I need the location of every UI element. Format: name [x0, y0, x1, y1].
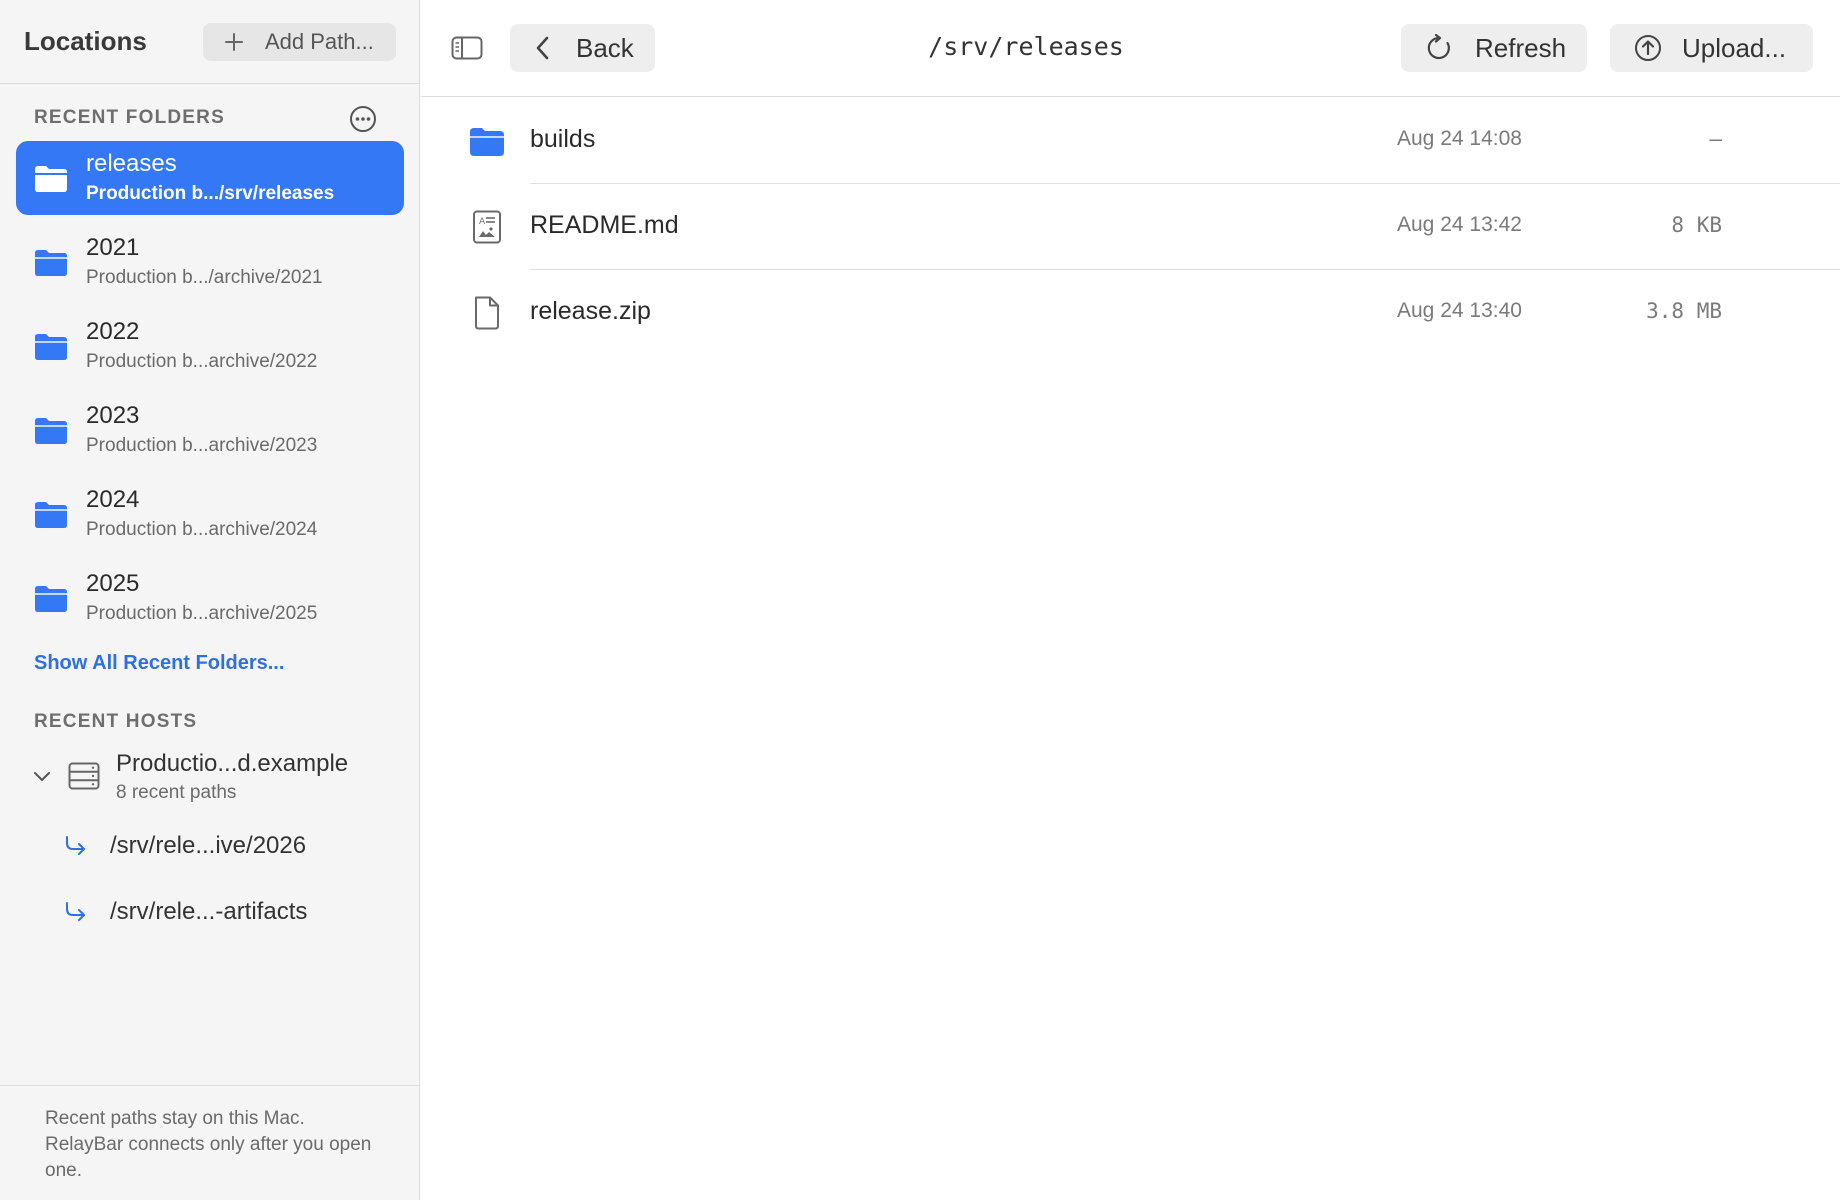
folder-name: releases — [86, 150, 177, 177]
folder-path: Production b.../srv/releases — [86, 183, 335, 204]
file-row-builds[interactable]: builds Aug 24 14:08 – — [421, 98, 1840, 184]
folder-icon — [35, 586, 67, 612]
folder-icon — [470, 128, 504, 156]
upload-label: Upload... — [1682, 32, 1787, 63]
refresh-label: Refresh — [1475, 32, 1567, 63]
add-path-button[interactable]: Add Path... — [203, 23, 396, 61]
footer-note: Recent paths stay on this Mac. RelayBar … — [45, 1108, 372, 1181]
sidebar-footer: Recent paths stay on this Mac. RelayBar … — [0, 1085, 420, 1200]
host-path-item[interactable]: /srv/rele...ive/2026 — [56, 822, 404, 872]
file-date: Aug 24 13:42 — [1397, 213, 1522, 236]
host-path-text: /srv/rele...-artifacts — [110, 898, 308, 925]
plus-icon — [225, 33, 243, 51]
text-document-icon: A — [473, 210, 501, 244]
folder-icon — [35, 250, 67, 276]
file-size: – — [1709, 127, 1722, 151]
file-browser: Back /srv/releases Refresh Upload... bui… — [421, 0, 1840, 1200]
folder-name: 2024 — [86, 486, 140, 513]
recent-folder-2022[interactable]: 2022 Production b...archive/2022 — [16, 309, 404, 383]
folder-name: 2023 — [86, 402, 140, 429]
show-all-recent-folders-link[interactable]: Show All Recent Folders... — [34, 652, 284, 675]
upload-icon — [1635, 35, 1661, 61]
file-size: 3.8 MB — [1646, 299, 1722, 323]
refresh-icon — [1427, 34, 1450, 60]
file-row-release-zip[interactable]: release.zip Aug 24 13:40 3.8 MB — [421, 270, 1840, 356]
return-arrow-icon — [66, 902, 85, 921]
file-name: builds — [530, 125, 596, 153]
folder-name: 2025 — [86, 570, 140, 597]
folder-icon — [35, 334, 67, 360]
recent-hosts-heading: RECENT HOSTS — [34, 711, 198, 732]
recent-folder-2024[interactable]: 2024 Production b...archive/2024 — [16, 477, 404, 551]
host-path-text: /srv/rele...ive/2026 — [110, 832, 307, 859]
file-row-readme[interactable]: A README.md Aug 24 13:42 8 KB — [421, 184, 1840, 270]
sidebar-title: Locations — [24, 26, 147, 56]
recent-host-row[interactable]: Productio...d.example 8 recent paths — [24, 744, 404, 810]
folder-icon — [35, 166, 67, 192]
host-path-item[interactable]: /srv/rele...-artifacts — [56, 888, 404, 938]
file-name: README.md — [530, 211, 679, 239]
chevron-down-icon[interactable] — [32, 766, 52, 786]
add-path-label: Add Path... — [265, 29, 374, 54]
recent-folder-2025[interactable]: 2025 Production b...archive/2025 — [16, 561, 404, 635]
sidebar-header: Locations Add Path... — [0, 0, 420, 84]
folder-path: Production b...archive/2024 — [86, 519, 318, 540]
file-date: Aug 24 13:40 — [1397, 299, 1522, 322]
recent-folders-heading: RECENT FOLDERS — [34, 107, 225, 128]
folder-name: 2022 — [86, 318, 140, 345]
folder-path: Production b...archive/2023 — [86, 435, 318, 456]
folder-icon — [35, 502, 67, 528]
document-icon — [475, 296, 499, 330]
folder-name: 2021 — [86, 234, 140, 261]
more-options-icon[interactable] — [348, 104, 378, 134]
recent-folder-2021[interactable]: 2021 Production b.../archive/2021 — [16, 225, 404, 299]
recent-folder-2023[interactable]: 2023 Production b...archive/2023 — [16, 393, 404, 467]
folder-path: Production b...archive/2022 — [86, 351, 318, 372]
recent-folder-releases[interactable]: releases Production b.../srv/releases — [16, 141, 404, 215]
upload-button[interactable]: Upload... — [1610, 24, 1813, 72]
refresh-button[interactable]: Refresh — [1401, 24, 1587, 72]
host-subtitle: 8 recent paths — [116, 782, 237, 803]
sidebar: Locations Add Path... RECENT FOLDERS rel… — [0, 0, 420, 1200]
toolbar: Back /srv/releases Refresh Upload... — [421, 0, 1840, 97]
host-name: Productio...d.example — [116, 750, 349, 777]
folder-path: Production b.../archive/2021 — [86, 267, 323, 288]
return-arrow-icon — [66, 836, 85, 855]
file-date: Aug 24 14:08 — [1397, 127, 1522, 150]
folder-icon — [35, 418, 67, 444]
server-icon — [68, 762, 100, 790]
folder-path: Production b...archive/2025 — [86, 603, 318, 624]
file-size: 8 KB — [1671, 213, 1722, 237]
file-name: release.zip — [530, 297, 651, 325]
svg-text:A: A — [479, 217, 486, 227]
